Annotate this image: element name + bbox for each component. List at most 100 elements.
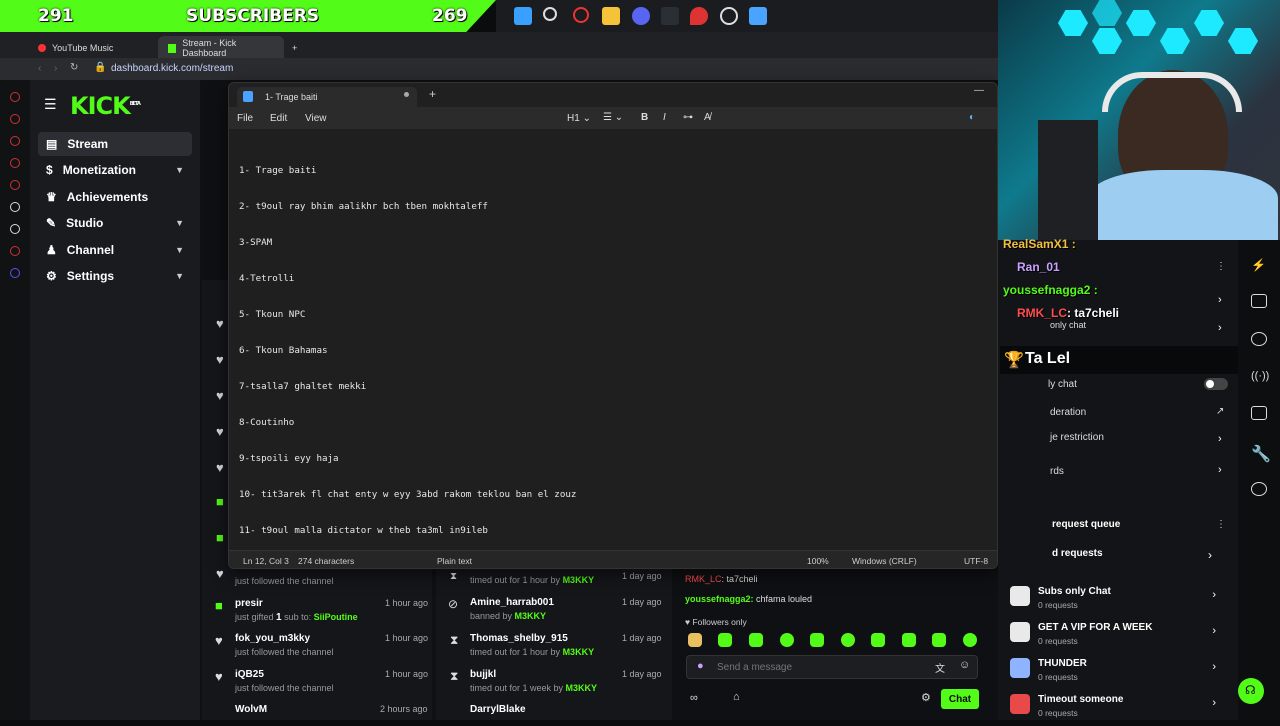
chat-setting-label[interactable]: deration [1050,407,1270,418]
lightning-icon[interactable]: ⚡ [1251,258,1267,272]
forward-icon[interactable]: › [54,63,57,74]
nav-settings[interactable]: ⚙ Settings ▼ [38,264,192,288]
emote-icon[interactable] [871,633,885,647]
notepad-icon[interactable] [749,7,767,25]
nav-monetization[interactable]: $ Monetization ▼ [38,158,192,182]
infinity-icon[interactable]: ∞ [690,692,698,704]
unsaved-dot-icon[interactable] [404,92,409,97]
translate-icon[interactable]: 文 [935,660,945,675]
mod-user[interactable]: DarrylBlake [470,704,526,715]
list-item[interactable]: ♥ iQB25 just followed the channel 1 hour… [215,669,430,699]
tab-youtube-music[interactable]: YouTube Music [28,36,158,60]
mod-user[interactable]: Thomas_shelby_915 [470,633,568,644]
activity-user[interactable]: WolvM [235,704,267,715]
sidebar-app-icon[interactable] [10,268,20,278]
map-pin-icon[interactable] [690,7,708,25]
sidebar-app-icon[interactable] [10,114,20,124]
chevron-right-icon[interactable]: › [1218,433,1222,445]
emote-icon[interactable] [932,633,946,647]
mic-icon[interactable]: ● [697,660,704,672]
request-item[interactable]: Timeout someone 0 requests › [1010,692,1230,726]
clear-format-icon[interactable]: A̸ [704,112,711,123]
emote-icon[interactable] [810,633,824,647]
share-icon[interactable] [1251,482,1267,496]
emote-icon[interactable] [749,633,763,647]
list-item[interactable]: ⧗ Thomas_shelby_915 timed out for 1 hour… [448,633,668,663]
request-item[interactable]: GET A VIP FOR A WEEK 0 requests › [1010,620,1230,654]
gear-icon[interactable] [720,7,738,25]
nav-studio[interactable]: ✎ Studio ▼ [38,211,192,235]
notes-icon[interactable] [1251,294,1267,308]
external-link-icon[interactable]: ↗ [1216,406,1224,417]
chat-setting-label[interactable]: je restriction [1050,432,1270,443]
sidebar-app-icon[interactable] [10,136,20,146]
more-options-icon[interactable]: ⋮ [1216,519,1226,530]
mod-user[interactable]: bujjkl [470,669,496,680]
list-item[interactable]: ⧗ bujjkl timed out for 1 week by M3KKY 1… [448,669,668,699]
broadcast-icon[interactable]: ((·)) [1251,370,1269,384]
chat-input-box[interactable]: ● 文 ☺ [686,655,978,679]
chat-user[interactable]: youssefnagga2: [685,594,754,604]
request-item[interactable]: THUNDER 0 requests › [1010,656,1230,690]
nav-achievements[interactable]: ♛ Achievements [38,185,192,209]
back-icon[interactable]: ‹ [38,63,41,74]
emoji-icon[interactable]: ☺ [959,659,970,671]
line-endings[interactable]: Windows (CRLF) [852,556,917,566]
notepad-tab[interactable]: 1- Trage baiti [237,87,417,107]
mod-by[interactable]: M3KKY [566,683,598,693]
zoom-level[interactable]: 100% [807,556,829,566]
mod-user[interactable]: Amine_harrab001 [470,597,554,608]
text-format[interactable]: Plain text [437,556,472,566]
emote-icon[interactable] [963,633,977,647]
emote-icon[interactable] [718,633,732,647]
sidebar-app-icon[interactable] [10,180,20,190]
mod-by[interactable]: M3KKY [563,575,595,585]
emote-icon[interactable] [841,633,855,647]
chat-settings-icon[interactable]: ⚙ [921,691,931,704]
sidebar-app-icon[interactable] [10,92,20,102]
list-item[interactable]: WolvM 2 hours ago [215,704,430,720]
menu-edit[interactable]: Edit [270,113,287,124]
help-support-button[interactable]: ☊ [1238,678,1264,704]
chevron-right-icon[interactable]: › [1218,464,1222,476]
folder-icon[interactable] [602,7,620,25]
chevron-right-icon[interactable]: › [1218,322,1222,334]
sidebar-app-icon[interactable] [10,224,20,234]
kick-logo[interactable]: KICKBETA [70,92,141,120]
setting-toggle[interactable] [1204,378,1228,390]
sidebar-app-icon[interactable] [10,246,20,256]
request-item[interactable]: Subs only Chat 0 requests › [1010,584,1230,618]
sidebar-app-icon[interactable] [10,202,20,212]
list-item[interactable]: ■ presir just gifted 1 sub to: SiiPoutin… [215,598,430,628]
opera-icon[interactable] [573,7,589,23]
sidebar-app-icon[interactable] [10,158,20,168]
reload-icon[interactable]: ↻ [70,62,78,73]
menu-view[interactable]: View [305,113,327,124]
list-item[interactable]: DarrylBlake [448,704,668,720]
new-tab-plus-icon[interactable]: + [429,87,436,101]
mod-by[interactable]: M3KKY [563,647,595,657]
layout-icon[interactable] [1251,406,1267,420]
activity-user[interactable]: presir [235,598,263,609]
activity-user[interactable]: fok_you_m3kky [235,633,310,644]
emote-icon[interactable] [902,633,916,647]
activity-target[interactable]: SiiPoutine [314,612,358,622]
list-icon[interactable]: ☰ ⌄ [603,112,623,123]
bold-icon[interactable]: B [641,112,648,123]
discord-icon[interactable] [632,7,650,25]
menu-file[interactable]: File [237,113,253,124]
activity-user[interactable]: iQB25 [235,669,264,680]
notepad-text-area[interactable]: 1- Trage baiti 2- t9oul ray bhim aalikhr… [239,141,979,568]
emote-icon[interactable] [780,633,794,647]
list-item[interactable]: ⊘ Amine_harrab001 banned by M3KKY 1 day … [448,597,668,627]
encoding[interactable]: UTF-8 [964,556,988,566]
hamburger-menu-icon[interactable]: ☰ [44,96,57,113]
chat-message-input[interactable] [717,660,907,674]
italic-icon[interactable]: I [663,112,666,123]
chat-send-button[interactable]: Chat [941,689,979,709]
link-icon[interactable]: ⊶ [683,112,693,123]
emote-icon[interactable] [688,633,702,647]
more-options-icon[interactable]: ⋮ [1216,261,1226,272]
chat-user[interactable]: RMK_LC [685,574,722,584]
store-icon[interactable]: ⌂ [733,691,740,703]
